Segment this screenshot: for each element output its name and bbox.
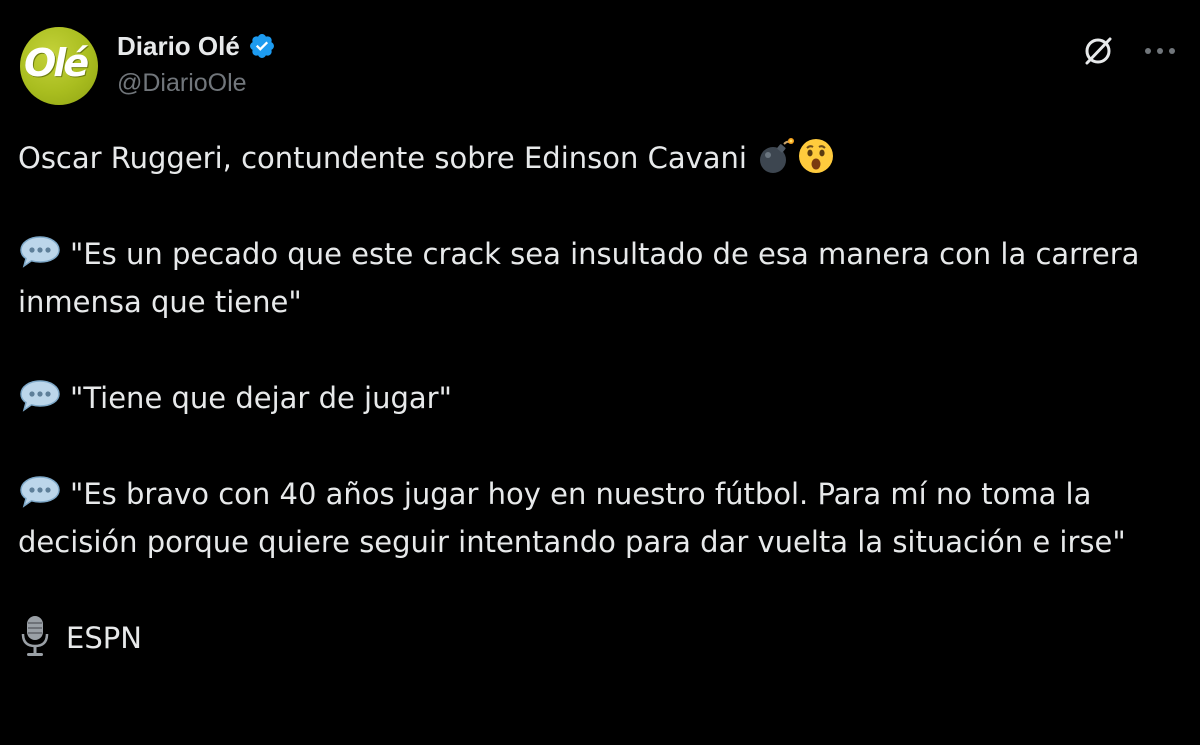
more-icon[interactable]	[1140, 31, 1180, 71]
speech-balloon-icon	[18, 475, 62, 509]
quote-text: "Es bravo con 40 años jugar hoy en nuest…	[18, 477, 1126, 559]
display-name[interactable]: Diario Olé	[117, 31, 240, 62]
tweet[interactable]: Olé Diario Olé @DiarioOle Oscar Ruggeri,…	[0, 0, 1200, 745]
header-actions	[1078, 31, 1180, 71]
quote-text: "Es un pecado que este crack sea insulta…	[18, 237, 1140, 319]
intro-paragraph: Oscar Ruggeri, contundente sobre Edinson…	[18, 134, 1178, 182]
quote-paragraph: "Es un pecado que este crack sea insulta…	[18, 230, 1178, 326]
quote-paragraph: "Tiene que dejar de jugar"	[18, 374, 1178, 422]
tweet-text: Oscar Ruggeri, contundente sobre Edinson…	[18, 134, 1178, 662]
quote-text: "Tiene que dejar de jugar"	[70, 381, 452, 415]
speech-balloon-icon	[18, 235, 62, 269]
microphone-icon	[18, 614, 52, 658]
avatar-logo-text: Olé	[24, 41, 89, 85]
avatar[interactable]: Olé	[20, 27, 98, 105]
author-info: Diario Olé @DiarioOle	[117, 29, 276, 98]
author-handle[interactable]: @DiarioOle	[117, 69, 276, 98]
source-text: ESPN	[66, 621, 142, 655]
quote-paragraph: "Es bravo con 40 años jugar hoy en nuest…	[18, 470, 1178, 566]
intro-text: Oscar Ruggeri, contundente sobre Edinson…	[18, 141, 747, 175]
bomb-emoji-icon	[756, 136, 796, 176]
speech-balloon-icon	[18, 379, 62, 413]
grok-icon[interactable]	[1078, 31, 1118, 71]
display-name-row: Diario Olé	[117, 29, 276, 63]
source-paragraph: ESPN	[18, 614, 1178, 662]
tweet-header: Olé Diario Olé @DiarioOle	[20, 27, 1180, 107]
astonished-face-emoji-icon	[796, 136, 836, 176]
verified-badge-icon	[248, 32, 276, 60]
